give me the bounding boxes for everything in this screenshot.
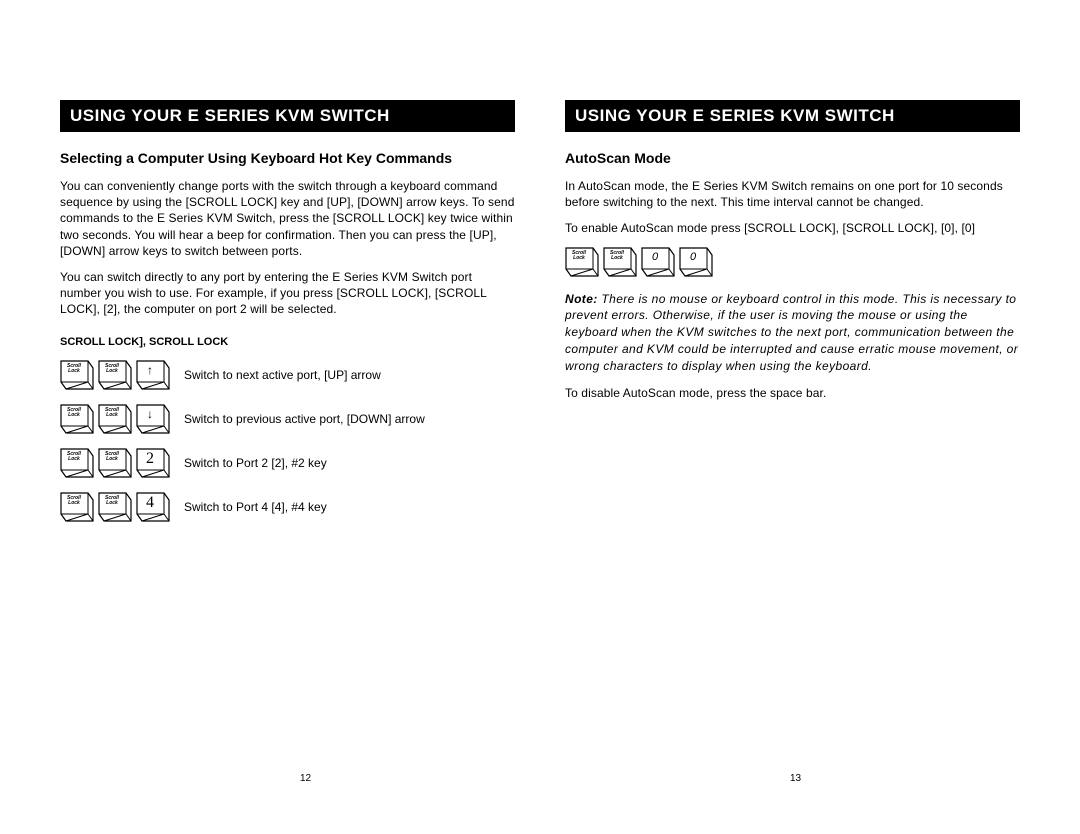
page-number-right: 13 [790,773,801,784]
scroll-key-icon: ScrollLock [565,247,599,277]
2-key-icon: 2 [136,448,170,478]
scroll-key-icon: ScrollLock [60,492,94,522]
left-heading: Selecting a Computer Using Keyboard Hot … [60,150,515,166]
right-heading: AutoScan Mode [565,150,1020,166]
hotkey-desc: Switch to Port 4 [4], #4 key [184,500,327,514]
left-para2: You can switch directly to any port by e… [60,269,515,318]
right-page: USING YOUR E SERIES KVM SWITCH AutoScan … [565,40,1020,536]
scroll-key-icon: ScrollLock [98,404,132,434]
scroll-key-icon: ScrollLock [603,247,637,277]
left-page: USING YOUR E SERIES KVM SWITCH Selecting… [60,40,515,536]
down-key-icon: ↓ [136,404,170,434]
left-header: USING YOUR E SERIES KVM SWITCH [60,100,515,132]
hotkey-desc: Switch to Port 2 [2], #2 key [184,456,327,470]
hotkey-row: ScrollLockScrollLock2Switch to Port 2 [2… [60,448,515,478]
hotkey-row: ScrollLockScrollLock↓Switch to previous … [60,404,515,434]
left-para1: You can conveniently change ports with t… [60,178,515,259]
right-para1: In AutoScan mode, the E Series KVM Switc… [565,178,1020,210]
scroll-key-icon: ScrollLock [60,448,94,478]
hotkey-row: ScrollLockScrollLock4Switch to Port 4 [4… [60,492,515,522]
4-key-icon: 4 [136,492,170,522]
hotkey-desc: Switch to previous active port, [DOWN] a… [184,412,425,426]
hotkey-desc: Switch to next active port, [UP] arrow [184,368,381,382]
right-note: Note: There is no mouse or keyboard cont… [565,291,1020,375]
note-body: There is no mouse or keyboard control in… [565,292,1018,373]
hotkey-row: ScrollLockScrollLock↑Switch to next acti… [60,360,515,390]
right-key-row: ScrollLockScrollLock00 [565,247,1020,277]
up-key-icon: ↑ [136,360,170,390]
note-label: Note: [565,292,598,306]
scroll-key-icon: ScrollLock [98,448,132,478]
page-number-left: 12 [300,773,311,784]
left-sublabel: SCROLL LOCK], SCROLL LOCK [60,336,515,348]
0-key-icon: 0 [679,247,713,277]
right-para2: To enable AutoScan mode press [SCROLL LO… [565,220,1020,236]
scroll-key-icon: ScrollLock [98,360,132,390]
scroll-key-icon: ScrollLock [98,492,132,522]
right-para3: To disable AutoScan mode, press the spac… [565,385,1020,401]
scroll-key-icon: ScrollLock [60,404,94,434]
0-key-icon: 0 [641,247,675,277]
scroll-key-icon: ScrollLock [60,360,94,390]
right-header: USING YOUR E SERIES KVM SWITCH [565,100,1020,132]
